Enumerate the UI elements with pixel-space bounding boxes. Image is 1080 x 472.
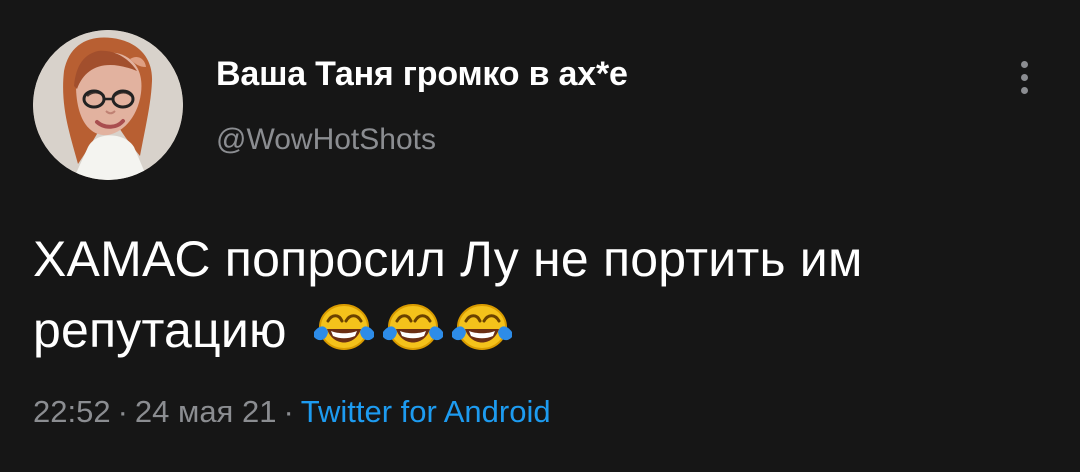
author-handle[interactable]: @WowHotShots bbox=[216, 122, 436, 158]
emoji-group bbox=[311, 301, 518, 372]
tweet-time[interactable]: 22:52 bbox=[33, 394, 111, 429]
meta-separator: · bbox=[117, 394, 128, 429]
tweet-text-word-reputation: репутацию bbox=[33, 302, 287, 358]
tweet-date[interactable]: 24 мая 21 bbox=[135, 394, 277, 429]
tweet-text-line-2: репутацию bbox=[33, 295, 1058, 372]
avatar[interactable] bbox=[33, 30, 183, 180]
face-with-tears-of-joy-icon bbox=[449, 301, 515, 353]
more-dot-icon bbox=[1020, 86, 1028, 94]
face-with-tears-of-joy-icon bbox=[311, 301, 377, 353]
face-with-tears-of-joy-icon bbox=[380, 301, 446, 353]
more-dot-icon bbox=[1020, 73, 1028, 81]
tweet-text-line-1: ХАМАС попросил Лу не портить им bbox=[33, 231, 863, 287]
tweet-detail: Ваша Таня громко в ах*е @WowHotShots ХАМ… bbox=[0, 0, 1080, 472]
meta-separator: · bbox=[283, 394, 294, 429]
more-options-button[interactable] bbox=[1010, 54, 1038, 100]
author-display-name[interactable]: Ваша Таня громко в ах*е bbox=[216, 54, 628, 94]
more-dot-icon bbox=[1020, 60, 1028, 68]
tweet-text: ХАМАС попросил Лу не портить им репутаци… bbox=[33, 224, 1058, 372]
tweet-meta: 22:52 · 24 мая 21 · Twitter for Android bbox=[33, 393, 551, 431]
profile-photo-icon bbox=[33, 30, 183, 180]
tweet-source-link[interactable]: Twitter for Android bbox=[301, 394, 551, 429]
